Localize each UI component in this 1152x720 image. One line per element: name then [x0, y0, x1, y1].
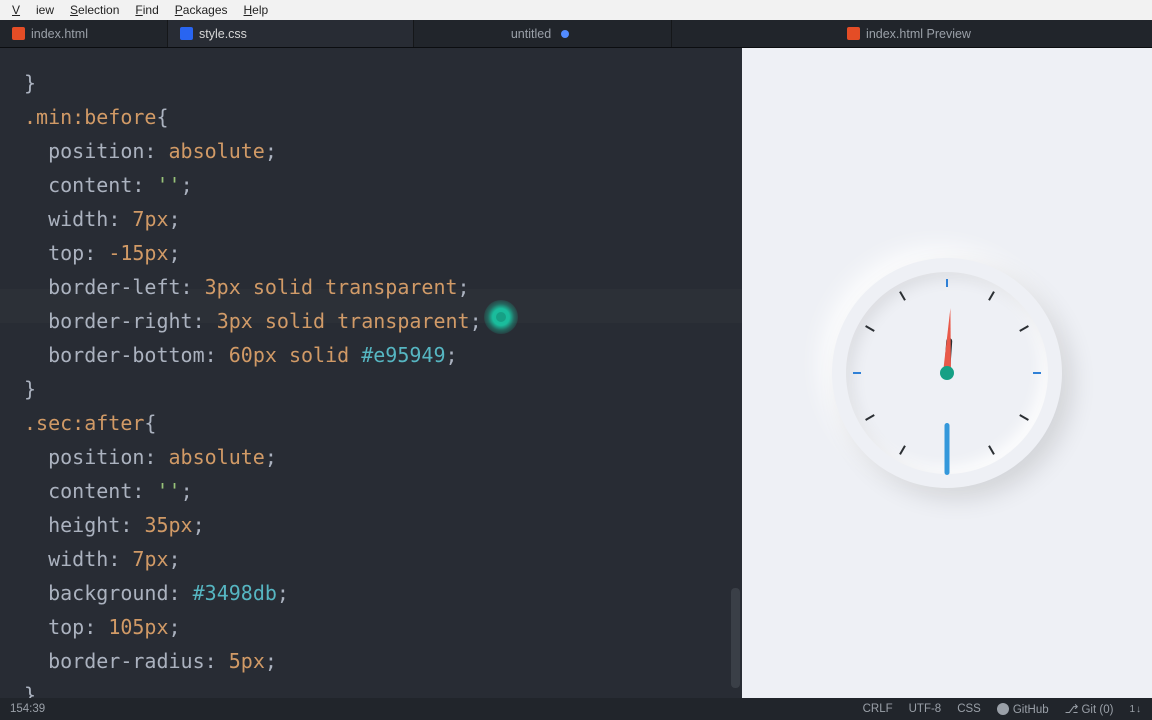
vertical-scrollbar[interactable]	[731, 588, 740, 688]
tab-label: index.html	[31, 27, 88, 41]
css-icon	[180, 27, 193, 40]
status-github[interactable]: GitHub	[997, 703, 1049, 716]
tab-label: index.html Preview	[866, 27, 971, 41]
tick-3	[1033, 372, 1041, 374]
tick-12	[946, 279, 948, 287]
menu-help[interactable]: Help	[236, 3, 277, 17]
cursor-position[interactable]: 154:39	[10, 703, 45, 715]
menu-view[interactable]: View	[4, 3, 62, 17]
status-language[interactable]: CSS	[957, 703, 981, 715]
modified-dot-icon	[561, 30, 569, 38]
status-encoding[interactable]: UTF-8	[909, 703, 942, 715]
status-fetch[interactable]: 1↓	[1129, 704, 1142, 715]
menu-selection[interactable]: Selection	[62, 3, 127, 17]
html-icon	[847, 27, 860, 40]
github-icon	[997, 703, 1009, 715]
cursor-indicator-icon	[484, 300, 518, 334]
preview-pane	[742, 48, 1152, 698]
active-line-highlight	[0, 289, 742, 323]
menu-find[interactable]: Find	[127, 3, 166, 17]
code-content: } .min:before{ position: absolute; conte…	[24, 66, 742, 698]
tab-bar: index.html style.css untitled index.html…	[0, 20, 1152, 48]
tab-untitled[interactable]: untitled	[414, 20, 672, 47]
menu-bar: View Selection Find Packages Help	[0, 0, 1152, 20]
analog-clock	[832, 258, 1062, 488]
tab-preview[interactable]: index.html Preview	[672, 20, 1152, 47]
tab-label: untitled	[511, 27, 551, 41]
status-bar: 154:39 CRLF UTF-8 CSS GitHub ⎇Git (0) 1↓	[0, 698, 1152, 720]
tab-style-css[interactable]: style.css	[168, 20, 414, 47]
status-eol[interactable]: CRLF	[863, 703, 893, 715]
code-editor[interactable]: } .min:before{ position: absolute; conte…	[0, 48, 742, 698]
tab-index-html[interactable]: index.html	[0, 20, 168, 47]
clock-center-icon	[940, 366, 954, 380]
tab-label: style.css	[199, 27, 247, 41]
second-hand	[945, 423, 950, 475]
menu-packages[interactable]: Packages	[167, 3, 236, 17]
main-split: } .min:before{ position: absolute; conte…	[0, 48, 1152, 698]
branch-icon: ⎇	[1065, 702, 1079, 716]
status-git-branch[interactable]: ⎇Git (0)	[1065, 702, 1114, 716]
html-icon	[12, 27, 25, 40]
tick-9	[853, 372, 861, 374]
